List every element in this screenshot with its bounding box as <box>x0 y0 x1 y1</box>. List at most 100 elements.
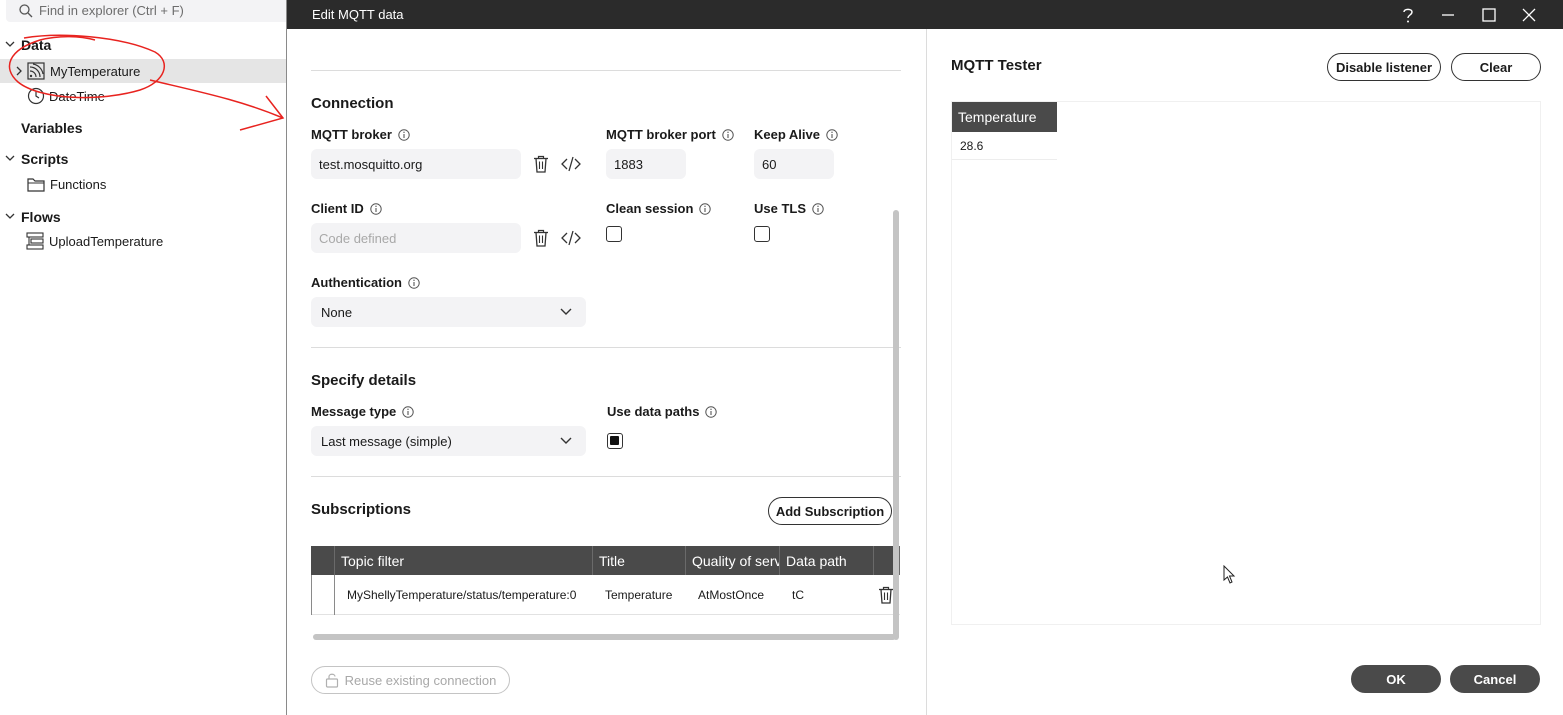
table-horizontal-scrollbar[interactable] <box>313 634 896 640</box>
clean-session-label: Clean session <box>606 201 712 216</box>
col-data-path[interactable]: Data path <box>780 546 874 575</box>
subscriptions-title: Subscriptions <box>311 501 412 518</box>
help-button[interactable] <box>1397 4 1419 26</box>
tree-section-scripts[interactable]: Scripts <box>0 146 286 170</box>
info-icon[interactable] <box>812 202 824 215</box>
explorer-search[interactable]: Find in explorer (Ctrl + F) <box>6 0 296 22</box>
tree-section-flows[interactable]: Flows <box>0 204 286 228</box>
flow-icon <box>26 232 44 250</box>
info-icon[interactable] <box>699 202 712 215</box>
subscriptions-table: Topic filter Title Quality of service Da… <box>311 546 900 642</box>
divider <box>311 476 901 477</box>
auth-selected-value: None <box>321 304 353 320</box>
col-topic-filter[interactable]: Topic filter <box>335 546 593 575</box>
message-type-selected-value: Last message (simple) <box>321 433 452 449</box>
folder-icon <box>27 178 45 192</box>
info-icon[interactable] <box>370 202 382 215</box>
auth-label: Authentication <box>311 275 420 290</box>
trash-icon <box>534 155 548 173</box>
chevron-down-icon <box>560 308 572 315</box>
chevron-right-icon[interactable] <box>14 66 24 76</box>
trash-icon <box>534 229 548 247</box>
code-icon <box>561 230 581 246</box>
col-title[interactable]: Title <box>593 546 686 575</box>
tree-item-uploadtemperature[interactable]: UploadTemperature <box>0 229 286 253</box>
chevron-down-icon[interactable] <box>5 153 15 163</box>
form-pane: Connection MQTT broker MQTT b <box>287 29 926 715</box>
info-icon[interactable] <box>398 128 410 141</box>
keepalive-input[interactable] <box>754 149 834 179</box>
client-id-label: Client ID <box>311 201 382 216</box>
info-icon[interactable] <box>705 405 718 418</box>
message-type-select[interactable]: Last message (simple) <box>311 426 586 456</box>
broker-code-button[interactable] <box>561 154 581 174</box>
use-tls-label-text: Use TLS <box>754 201 807 216</box>
clean-session-checkbox[interactable] <box>606 226 622 242</box>
chevron-down-icon[interactable] <box>5 211 15 221</box>
clear-button[interactable]: Clear <box>1451 53 1541 81</box>
use-tls-checkbox[interactable] <box>754 226 770 242</box>
tree-item-label: UploadTemperature <box>49 234 164 249</box>
tree-section-data[interactable]: Data <box>0 32 286 56</box>
reuse-connection-button[interactable]: Reuse existing connection <box>311 666 510 694</box>
tester-col-header[interactable]: Temperature <box>952 102 1057 132</box>
maximize-button[interactable] <box>1478 4 1500 26</box>
port-label-text: MQTT broker port <box>606 127 716 142</box>
disable-listener-button[interactable]: Disable listener <box>1327 53 1441 81</box>
form-vertical-scrollbar[interactable] <box>893 210 899 640</box>
tree-item-functions[interactable]: Functions <box>0 172 286 196</box>
info-icon[interactable] <box>408 276 420 289</box>
ok-button[interactable]: OK <box>1351 665 1441 693</box>
tree-item-mytemperature[interactable]: MyTemperature <box>0 59 286 83</box>
port-input[interactable] <box>606 149 686 179</box>
section-label: Data <box>21 37 52 53</box>
search-icon <box>19 4 33 18</box>
auth-select[interactable]: None <box>311 297 586 327</box>
info-icon[interactable] <box>722 128 734 141</box>
explorer-panel: Find in explorer (Ctrl + F) Data MyTempe… <box>0 0 296 715</box>
mqtt-data-icon <box>27 62 45 80</box>
close-icon <box>1522 8 1536 22</box>
tree-item-datetime[interactable]: DateTime <box>0 84 286 108</box>
cancel-button[interactable]: Cancel <box>1450 665 1540 693</box>
tester-title: MQTT Tester <box>951 57 1042 74</box>
search-placeholder: Find in explorer (Ctrl + F) <box>39 3 184 18</box>
divider <box>311 70 901 71</box>
cell-title[interactable]: Temperature <box>605 575 685 615</box>
table-row[interactable]: MyShellyTemperature/status/temperature:0… <box>311 575 900 615</box>
client-id-input[interactable] <box>311 223 521 253</box>
broker-input[interactable] <box>311 149 521 179</box>
table-header-spacer <box>311 546 335 575</box>
trash-icon <box>879 586 893 604</box>
edit-mqtt-dialog: Edit MQTT data Connection MQTT broker te… <box>286 0 1563 715</box>
section-label: Flows <box>21 209 61 225</box>
cell-data-path[interactable]: tC <box>792 575 872 615</box>
minimize-button[interactable] <box>1437 4 1459 26</box>
add-subscription-button[interactable]: Add Subscription <box>768 497 892 525</box>
client-id-delete-button[interactable] <box>531 228 551 248</box>
chevron-down-icon[interactable] <box>5 39 15 49</box>
connection-title: Connection <box>311 95 394 112</box>
help-icon <box>1403 8 1413 23</box>
clean-session-label-text: Clean session <box>606 201 694 216</box>
use-data-paths-checkbox[interactable] <box>607 433 623 449</box>
use-data-paths-label: Use data paths <box>607 404 718 419</box>
close-button[interactable] <box>1518 4 1540 26</box>
tree-item-label: MyTemperature <box>50 64 141 79</box>
client-id-label-text: Client ID <box>311 201 364 216</box>
broker-label-text: MQTT broker <box>311 127 392 142</box>
reuse-connection-label: Reuse existing connection <box>344 672 497 688</box>
client-id-code-button[interactable] <box>561 228 581 248</box>
tree-section-variables[interactable]: Variables <box>0 115 286 139</box>
maximize-icon <box>1482 8 1496 22</box>
row-handle[interactable] <box>311 575 335 615</box>
broker-delete-button[interactable] <box>531 154 551 174</box>
cell-topic[interactable]: MyShellyTemperature/status/temperature:0 <box>347 575 587 615</box>
col-qos[interactable]: Quality of service <box>686 546 780 575</box>
info-icon[interactable] <box>826 128 838 141</box>
dialog-titlebar: Edit MQTT data <box>287 0 1563 29</box>
info-icon[interactable] <box>402 405 414 418</box>
cell-qos[interactable]: AtMostOnce <box>698 575 778 615</box>
message-type-label: Message type <box>311 404 414 419</box>
pane-splitter[interactable] <box>926 29 927 715</box>
